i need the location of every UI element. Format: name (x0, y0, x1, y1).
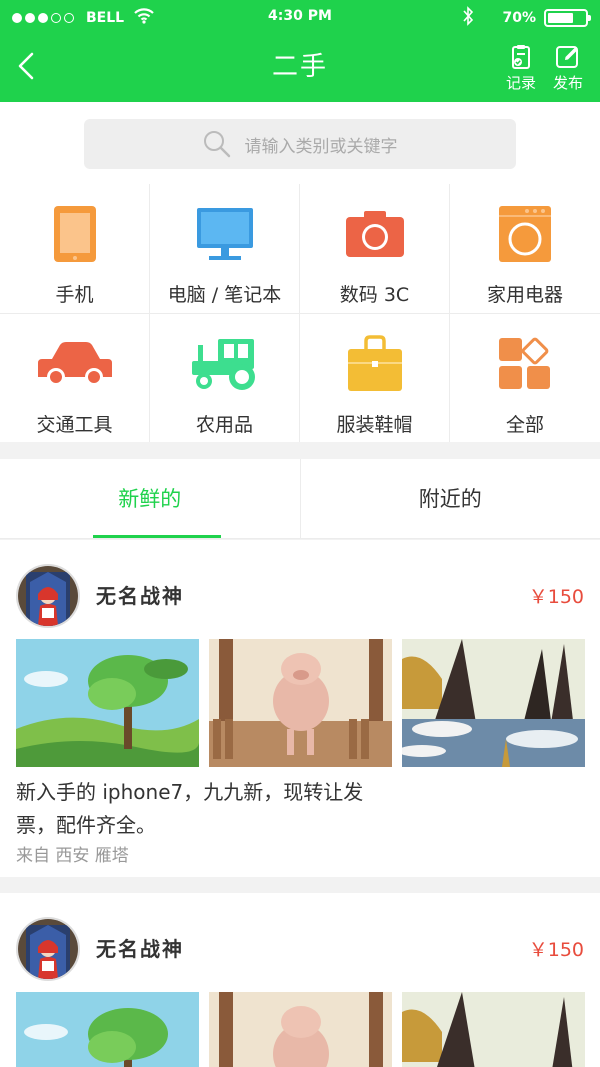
search-placeholder: 请输入类别或关键字 (244, 136, 398, 157)
category-label: 服装鞋帽 (336, 414, 413, 436)
publish-button[interactable]: 发布 (546, 44, 590, 93)
avatar[interactable] (16, 564, 80, 628)
price: ￥150 (528, 939, 584, 961)
category-appliance[interactable]: 家用电器 (450, 184, 600, 314)
edit-icon (556, 46, 578, 68)
category-label: 全部 (505, 414, 544, 436)
all-categories-icon (497, 330, 553, 398)
record-label: 记录 (505, 74, 536, 92)
status-bar: BELL 4:30 PM 70% (0, 0, 600, 34)
search-section: 请输入类别或关键字 (0, 102, 600, 184)
clipboard-check-icon (512, 45, 530, 69)
category-label: 家用电器 (486, 284, 563, 306)
nav-bar: 二手 记录 发布 (0, 34, 600, 102)
publish-label: 发布 (552, 74, 583, 92)
post-location: 来自 西安 雁塔 (16, 846, 129, 866)
feed-tabs: 新鲜的 附近的 (0, 459, 600, 539)
washing-machine-icon (497, 200, 553, 268)
category-vehicle[interactable]: 交通工具 (0, 314, 150, 442)
category-digital[interactable]: 数码 3C (300, 184, 450, 314)
phone-icon (52, 200, 98, 268)
category-label: 交通工具 (36, 414, 113, 436)
computer-icon (195, 200, 255, 268)
photo-strip (16, 992, 585, 1067)
username[interactable]: 无名战神 (96, 933, 184, 962)
category-label: 手机 (55, 284, 94, 306)
app-header: BELL 4:30 PM 70% 二手 记录 发布 (0, 0, 600, 102)
tab-fresh[interactable]: 新鲜的 (0, 459, 300, 538)
avatar[interactable] (16, 917, 80, 981)
camera-icon (344, 200, 406, 268)
search-input[interactable]: 请输入类别或关键字 (84, 119, 516, 169)
car-icon (36, 330, 114, 398)
chevron-left-icon (18, 52, 34, 80)
price: ￥150 (528, 586, 584, 608)
post-card[interactable]: 无名战神 ￥150 (0, 893, 600, 1067)
photo-forest-river[interactable] (402, 639, 585, 767)
photo-pig-illustration[interactable] (209, 639, 392, 767)
category-grid: 手机 电脑 / 笔记本 数码 3C 家用电器 交通工具 农用品 服装鞋帽 全部 (0, 184, 600, 442)
category-clothing[interactable]: 服装鞋帽 (300, 314, 450, 442)
category-label: 农用品 (195, 414, 253, 436)
battery-percent: 70% (502, 10, 536, 26)
post-card[interactable]: 无名战神 ￥150 (0, 540, 600, 877)
category-farm[interactable]: 农用品 (150, 314, 300, 442)
search-icon (203, 131, 230, 158)
photo-landscape-tree[interactable] (16, 639, 199, 767)
briefcase-icon (346, 330, 404, 398)
photo-landscape-tree[interactable] (16, 992, 199, 1067)
battery-icon (544, 9, 591, 27)
tractor-icon (190, 330, 260, 398)
post-description: 新入手的 iphone7，九九新，现转让发票，配件齐全。 (16, 780, 364, 837)
category-label: 数码 3C (339, 284, 410, 306)
back-button[interactable] (10, 44, 42, 88)
category-phone[interactable]: 手机 (0, 184, 150, 314)
bluetooth-icon (462, 6, 474, 30)
category-all[interactable]: 全部 (450, 314, 600, 442)
category-computer[interactable]: 电脑 / 笔记本 (150, 184, 300, 314)
tab-nearby[interactable]: 附近的 (299, 459, 600, 538)
photo-pig-illustration[interactable] (209, 992, 392, 1067)
photo-strip (16, 639, 585, 767)
photo-forest-river[interactable] (402, 992, 585, 1067)
username[interactable]: 无名战神 (96, 580, 184, 609)
record-button[interactable]: 记录 (499, 44, 543, 93)
category-label: 电脑 / 笔记本 (167, 284, 282, 306)
